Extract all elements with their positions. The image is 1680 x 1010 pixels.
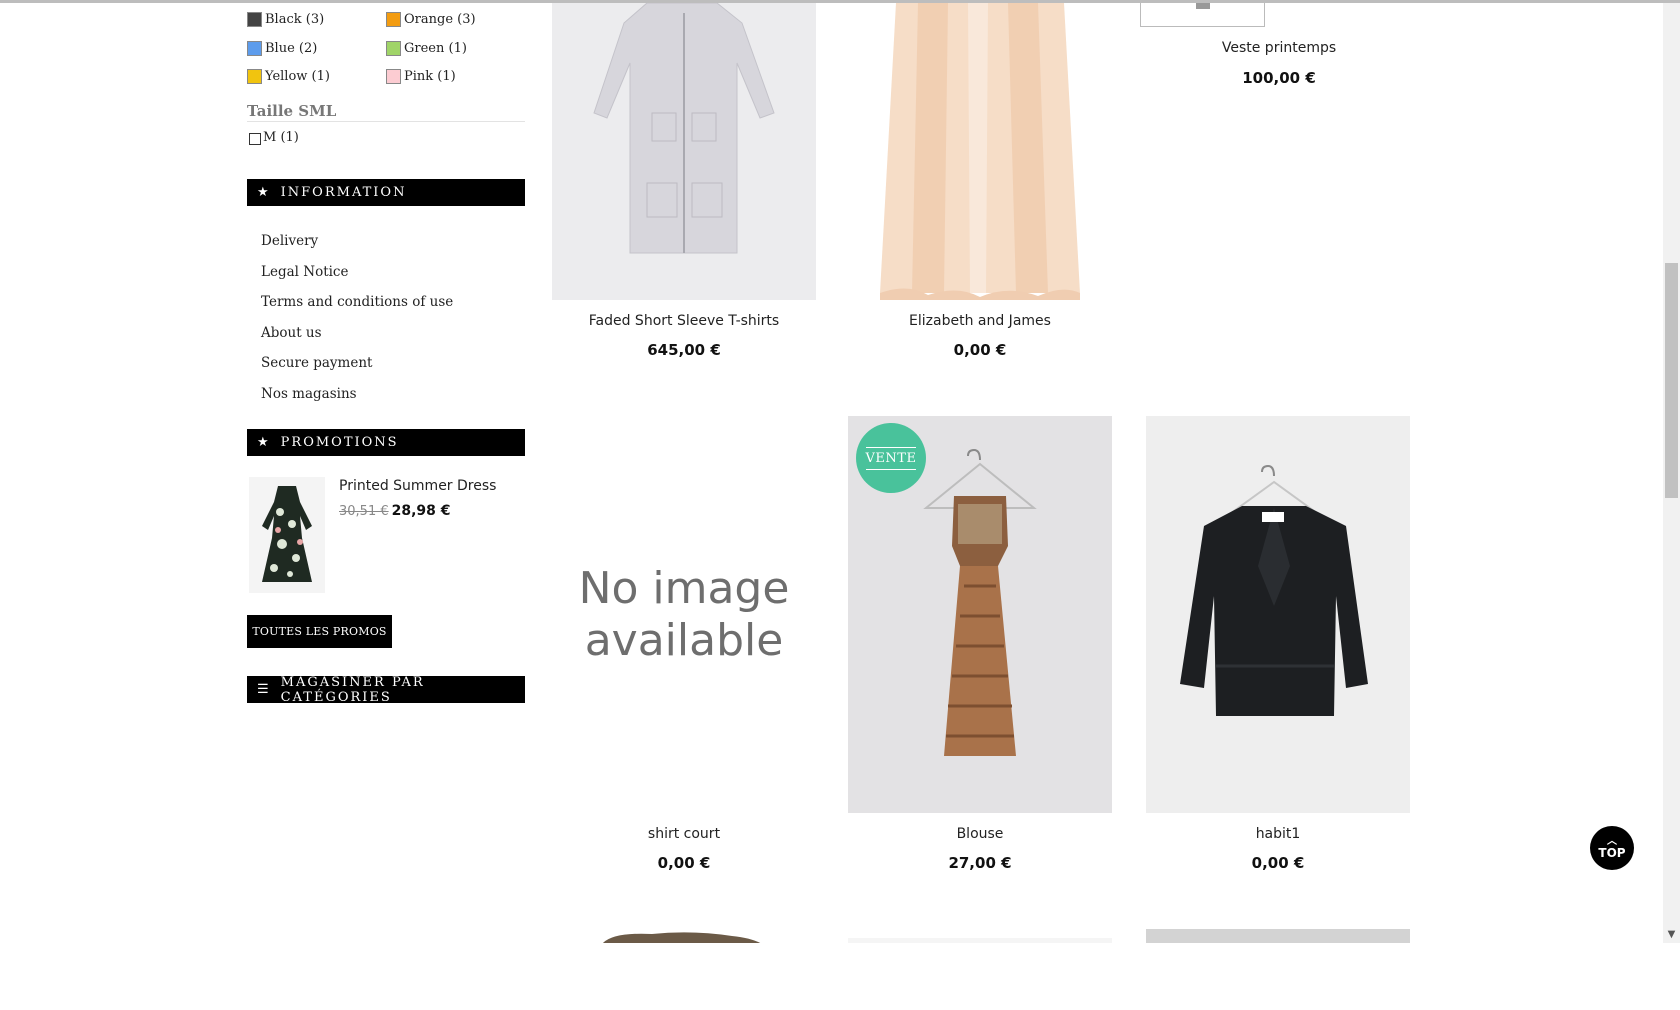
product-card[interactable] <box>552 3 816 300</box>
color-filter-label: Blue (2) <box>265 41 318 56</box>
product-image[interactable] <box>1140 3 1265 27</box>
product-image[interactable] <box>1146 416 1410 813</box>
star-icon: ★ <box>257 185 271 200</box>
promotions-block-title: ★ PROMOTIONS <box>247 429 525 456</box>
scrollbar-thumb[interactable] <box>1665 263 1678 498</box>
top-label: TOP <box>1598 845 1626 860</box>
chevron-up-icon: ︿ <box>1607 835 1617 847</box>
product-name[interactable]: Blouse <box>848 826 1112 842</box>
color-filter-label: Black (3) <box>265 12 325 27</box>
link-secure-payment[interactable]: Secure payment <box>261 354 453 385</box>
fur-coat-image <box>880 3 1080 300</box>
product-price: 100,00 € <box>1242 69 1316 87</box>
color-filter-blue[interactable]: Blue (2) <box>247 41 317 56</box>
no-image-line2: available <box>584 614 784 666</box>
promotions-title-text: PROMOTIONS <box>280 435 399 450</box>
product-card[interactable] <box>1146 416 1410 813</box>
color-filter-yellow[interactable]: Yellow (1) <box>247 69 330 84</box>
link-delivery[interactable]: Delivery <box>261 232 453 263</box>
product-card[interactable]: VENTE <box>848 416 1112 813</box>
product-name[interactable]: shirt court <box>552 826 816 842</box>
jacket-image <box>1146 416 1410 813</box>
product-card[interactable] <box>848 3 1112 300</box>
promo-old-price: 30,51 € <box>339 504 389 519</box>
promo-product-image[interactable] <box>249 477 325 593</box>
color-filter-orange[interactable]: Orange (3) <box>386 12 476 27</box>
product-name[interactable]: Veste printemps <box>1147 40 1411 56</box>
all-promos-button[interactable]: TOUTES LES PROMOS <box>247 615 392 648</box>
page-top-border <box>0 0 1680 3</box>
star-icon: ★ <box>257 435 271 450</box>
product-image-placeholder[interactable]: No image available <box>552 416 816 813</box>
color-filter-label: Green (1) <box>404 41 467 56</box>
categories-block-title[interactable]: ☰ MAGASINER PAR CATÉGORIES <box>247 674 525 705</box>
product-name[interactable]: Elizabeth and James <box>848 313 1112 329</box>
color-swatch <box>247 41 262 56</box>
no-image-line1: No image <box>578 562 790 614</box>
size-facet-title: Taille SML <box>247 102 337 120</box>
product-price: 0,00 € <box>953 341 1007 359</box>
color-swatch <box>247 69 262 84</box>
scroll-down-arrow-icon[interactable]: ▼ <box>1663 926 1680 943</box>
promo-product-name[interactable]: Printed Summer Dress <box>339 478 496 494</box>
color-filter-pink[interactable]: Pink (1) <box>386 69 456 84</box>
page-scrollbar[interactable] <box>1663 3 1680 943</box>
information-title-text: INFORMATION <box>280 185 407 200</box>
product-price: 0,00 € <box>657 854 711 872</box>
color-filter-label: Yellow (1) <box>265 69 330 84</box>
product-name[interactable]: Faded Short Sleeve T-shirts <box>552 313 816 329</box>
no-image-text: No image available <box>552 416 816 813</box>
coat-image <box>552 3 816 300</box>
product-price: 27,00 € <box>948 854 1012 872</box>
product-price: 0,00 € <box>1251 854 1305 872</box>
link-legal-notice[interactable]: Legal Notice <box>261 263 453 294</box>
sale-badge-text: VENTE <box>865 446 917 470</box>
size-filter-m[interactable]: M (1) <box>249 130 299 145</box>
link-nos-magasins[interactable]: Nos magasins <box>261 385 453 416</box>
color-filter-green[interactable]: Green (1) <box>386 41 467 56</box>
fur-image <box>603 932 761 943</box>
link-about-us[interactable]: About us <box>261 324 453 355</box>
product-image-partial[interactable] <box>552 929 816 943</box>
link-terms[interactable]: Terms and conditions of use <box>261 293 453 324</box>
product-price: 645,00 € <box>647 341 721 359</box>
product-image[interactable] <box>552 3 816 300</box>
product-card[interactable]: No image available <box>552 416 816 813</box>
menu-icon: ☰ <box>257 682 271 697</box>
color-swatch <box>386 41 401 56</box>
color-filter-label: Pink (1) <box>404 69 456 84</box>
promo-prices: 30,51 €28,98 € <box>339 503 451 519</box>
product-image-partial[interactable] <box>1146 929 1410 943</box>
image-placeholder-icon <box>1196 3 1210 9</box>
color-filter-black[interactable]: Black (3) <box>247 12 324 27</box>
color-swatch <box>386 12 401 27</box>
information-block-title: ★ INFORMATION <box>247 179 525 206</box>
back-to-top-button[interactable]: ︿ TOP <box>1590 826 1634 870</box>
divider <box>247 121 525 122</box>
product-name[interactable]: habit1 <box>1146 826 1410 842</box>
product-image[interactable]: VENTE <box>848 416 1112 813</box>
color-filter-label: Orange (3) <box>404 12 476 27</box>
information-links: Delivery Legal Notice Terms and conditio… <box>261 232 453 415</box>
size-filter-label: M (1) <box>263 130 299 145</box>
product-image-partial[interactable] <box>848 938 1112 943</box>
sale-badge: VENTE <box>856 423 926 493</box>
size-checkbox[interactable] <box>249 132 261 145</box>
categories-title-text: MAGASINER PAR CATÉGORIES <box>280 674 425 705</box>
color-swatch <box>247 12 262 27</box>
dress-image <box>262 486 312 582</box>
product-image[interactable] <box>848 3 1112 300</box>
promo-new-price: 28,98 € <box>391 503 451 519</box>
color-swatch <box>386 69 401 84</box>
